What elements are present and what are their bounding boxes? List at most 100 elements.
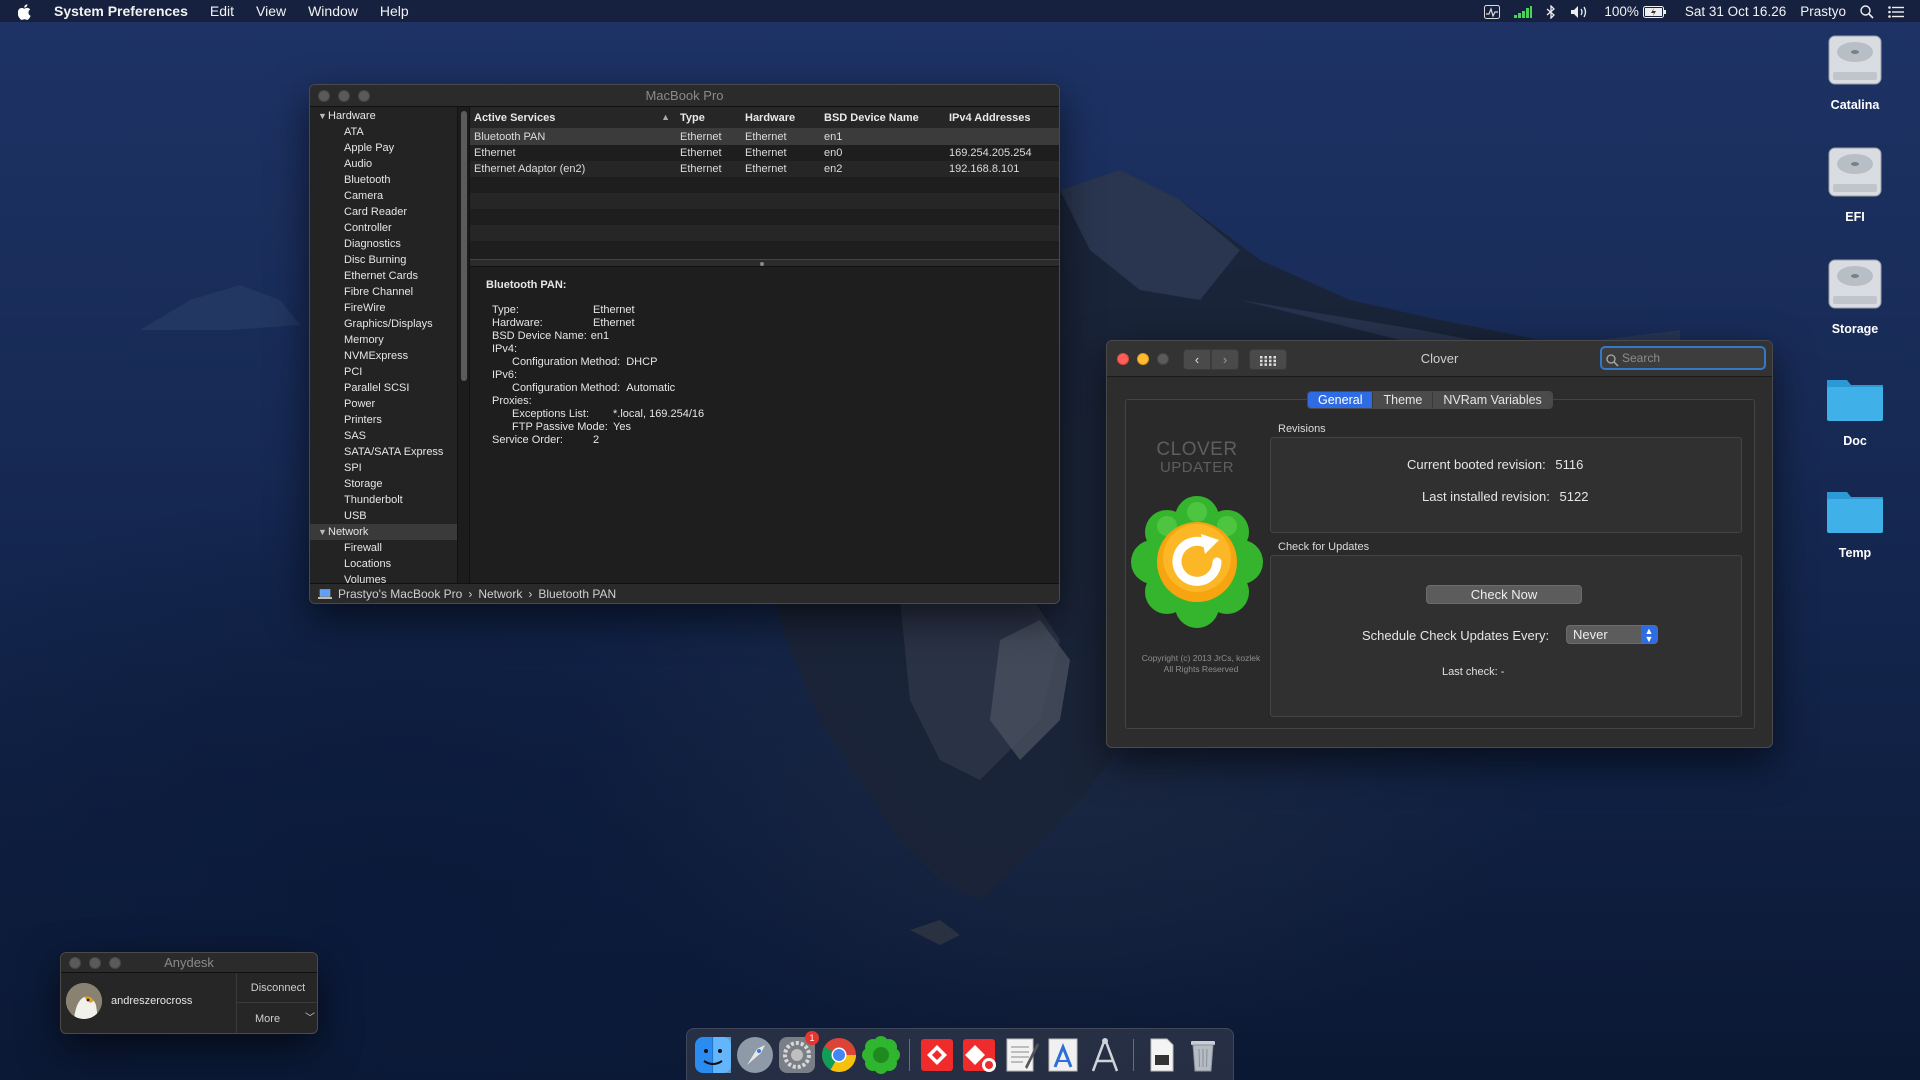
- scrollbar-thumb[interactable]: [461, 111, 467, 381]
- sidebar-item-usb[interactable]: USB: [310, 508, 457, 524]
- sidebar-item-camera[interactable]: Camera: [310, 188, 457, 204]
- sidebar-item-firewall[interactable]: Firewall: [310, 540, 457, 556]
- disconnect-button[interactable]: Disconnect: [237, 973, 317, 1003]
- back-button[interactable]: ‹: [1183, 349, 1211, 370]
- tab-theme[interactable]: Theme: [1373, 392, 1434, 408]
- sidebar-item-sata[interactable]: SATA/SATA Express: [310, 444, 457, 460]
- dock-hackintool[interactable]: [1085, 1035, 1125, 1075]
- path-item[interactable]: Bluetooth PAN: [538, 587, 616, 601]
- tab-general[interactable]: General: [1308, 392, 1374, 408]
- menu-user[interactable]: Prastyo: [1800, 4, 1846, 19]
- path-section[interactable]: Network: [478, 587, 522, 601]
- bluetooth-icon[interactable]: [1546, 3, 1556, 19]
- menu-window[interactable]: Window: [308, 3, 358, 19]
- activity-monitor-icon[interactable]: [1484, 3, 1501, 19]
- column-header-ipv4[interactable]: IPv4 Addresses: [945, 112, 1059, 124]
- close-button[interactable]: [318, 90, 330, 102]
- column-header-type[interactable]: Type: [676, 112, 741, 124]
- disclosure-triangle-icon[interactable]: ▼: [318, 524, 328, 540]
- menu-app-name[interactable]: System Preferences: [54, 3, 188, 19]
- dock-chrome[interactable]: [819, 1035, 859, 1075]
- minimize-button[interactable]: [1137, 353, 1149, 365]
- column-header-hardware[interactable]: Hardware: [741, 112, 820, 124]
- table-row[interactable]: Bluetooth PAN Ethernet Ethernet en1: [470, 129, 1059, 145]
- sidebar-item-ata[interactable]: ATA: [310, 124, 457, 140]
- spotlight-icon[interactable]: [1860, 3, 1874, 19]
- desktop-drive-efi[interactable]: EFI: [1800, 142, 1910, 238]
- sidebar-item-power[interactable]: Power: [310, 396, 457, 412]
- menu-edit[interactable]: Edit: [210, 3, 234, 19]
- schedule-select[interactable]: Never ▲ ▼: [1566, 625, 1658, 644]
- notification-center-icon[interactable]: [1888, 4, 1904, 19]
- sidebar-item-storage[interactable]: Storage: [310, 476, 457, 492]
- volume-icon[interactable]: [1570, 3, 1590, 18]
- battery-icon[interactable]: [1642, 4, 1667, 19]
- column-header-active-services[interactable]: Active Services ▲: [470, 112, 676, 124]
- dock-launchpad[interactable]: [735, 1035, 775, 1075]
- more-button[interactable]: More ﹀: [237, 1004, 317, 1033]
- search-field[interactable]: Search: [1600, 346, 1766, 370]
- desktop-drive-storage[interactable]: Storage: [1800, 254, 1910, 350]
- dock-files[interactable]: [1141, 1035, 1181, 1075]
- zoom-button[interactable]: [109, 957, 121, 969]
- sidebar-item-parallel-scsi[interactable]: Parallel SCSI: [310, 380, 457, 396]
- sidebar-item-ethernet-cards[interactable]: Ethernet Cards: [310, 268, 457, 284]
- column-header-bsd-device[interactable]: BSD Device Name: [820, 112, 945, 124]
- sidebar-item-spi[interactable]: SPI: [310, 460, 457, 476]
- sidebar-item-graphics-displays[interactable]: Graphics/Displays: [310, 316, 457, 332]
- zoom-button[interactable]: [358, 90, 370, 102]
- window-titlebar[interactable]: MacBook Pro: [310, 85, 1059, 107]
- sidebar-group-network[interactable]: ▼Network: [310, 524, 457, 540]
- sidebar-item-sas[interactable]: SAS: [310, 428, 457, 444]
- sidebar-item-apple-pay[interactable]: Apple Pay: [310, 140, 457, 156]
- zoom-button[interactable]: [1157, 353, 1169, 365]
- dock-anydesk-alt[interactable]: [959, 1035, 999, 1075]
- check-now-button[interactable]: Check Now: [1426, 585, 1582, 604]
- path-computer[interactable]: Prastyo's MacBook Pro: [338, 587, 462, 601]
- desktop-folder-temp[interactable]: Temp: [1800, 478, 1910, 574]
- sidebar-item-controller[interactable]: Controller: [310, 220, 457, 236]
- minimize-button[interactable]: [338, 90, 350, 102]
- menu-help[interactable]: Help: [380, 3, 409, 19]
- sidebar-item-nvmexpress[interactable]: NVMExpress: [310, 348, 457, 364]
- dock-anydesk[interactable]: [917, 1035, 957, 1075]
- split-view-divider[interactable]: [470, 259, 1059, 267]
- disclosure-triangle-icon[interactable]: ▼: [318, 108, 328, 124]
- sidebar-item-card-reader[interactable]: Card Reader: [310, 204, 457, 220]
- dock-textedit[interactable]: [1001, 1035, 1041, 1075]
- sidebar-item-diagnostics[interactable]: Diagnostics: [310, 236, 457, 252]
- tab-nvram-variables[interactable]: NVRam Variables: [1433, 392, 1552, 408]
- sidebar-item-bluetooth[interactable]: Bluetooth: [310, 172, 457, 188]
- window-toolbar[interactable]: ‹ › Clover Search: [1107, 341, 1772, 377]
- dock-xcode[interactable]: [1043, 1035, 1083, 1075]
- desktop-folder-doc[interactable]: Doc: [1800, 366, 1910, 462]
- signal-icon[interactable]: [1514, 4, 1533, 19]
- sidebar-item-fibre-channel[interactable]: Fibre Channel: [310, 284, 457, 300]
- sidebar-item-audio[interactable]: Audio: [310, 156, 457, 172]
- sidebar-group-hardware[interactable]: ▼Hardware: [310, 108, 457, 124]
- sidebar-item-printers[interactable]: Printers: [310, 412, 457, 428]
- dock-clover[interactable]: [861, 1035, 901, 1075]
- window-titlebar[interactable]: Anydesk: [61, 953, 317, 973]
- sidebar-item-firewire[interactable]: FireWire: [310, 300, 457, 316]
- dock-trash[interactable]: [1183, 1035, 1223, 1075]
- sidebar-item-volumes[interactable]: Volumes: [310, 572, 457, 583]
- sidebar-item-thunderbolt[interactable]: Thunderbolt: [310, 492, 457, 508]
- close-button[interactable]: [1117, 353, 1129, 365]
- show-all-button[interactable]: [1249, 349, 1287, 370]
- menu-view[interactable]: View: [256, 3, 286, 19]
- dock-finder[interactable]: [693, 1035, 733, 1075]
- sidebar-item-memory[interactable]: Memory: [310, 332, 457, 348]
- menu-clock[interactable]: Sat 31 Oct 16.26: [1685, 4, 1786, 19]
- table-row[interactable]: Ethernet Adaptor (en2) Ethernet Ethernet…: [470, 161, 1059, 177]
- sidebar-scrollbar[interactable]: [458, 107, 470, 583]
- forward-button[interactable]: ›: [1211, 349, 1239, 370]
- close-button[interactable]: [69, 957, 81, 969]
- sidebar-item-locations[interactable]: Locations: [310, 556, 457, 572]
- apple-menu-icon[interactable]: [18, 2, 40, 20]
- desktop-drive-catalina[interactable]: Catalina: [1800, 30, 1910, 126]
- dock-system-preferences[interactable]: 1: [777, 1031, 819, 1075]
- minimize-button[interactable]: [89, 957, 101, 969]
- sidebar-item-disc-burning[interactable]: Disc Burning: [310, 252, 457, 268]
- table-row[interactable]: Ethernet Ethernet Ethernet en0 169.254.2…: [470, 145, 1059, 161]
